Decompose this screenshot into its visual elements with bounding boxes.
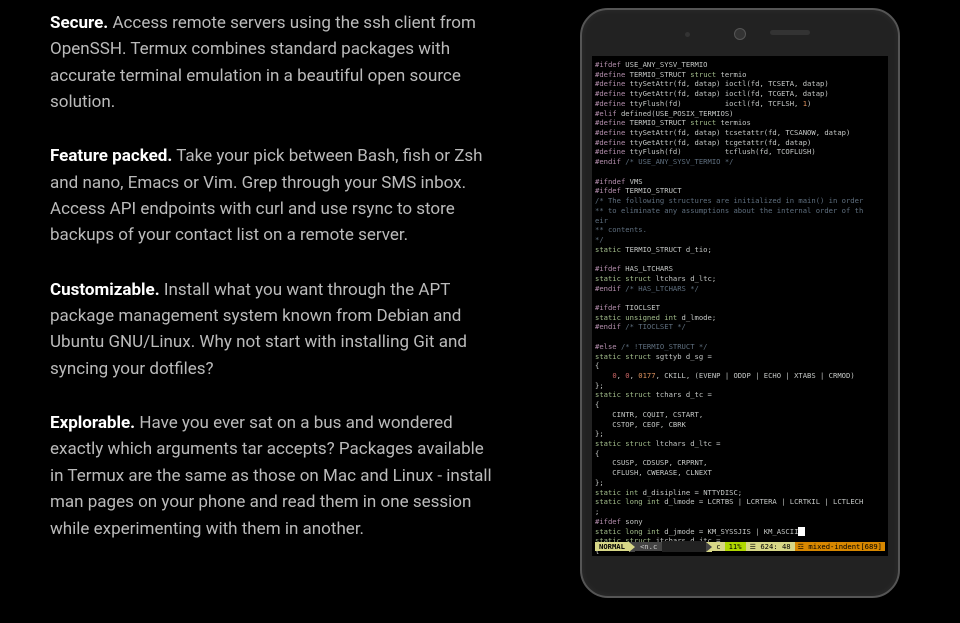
phone-sensor bbox=[685, 32, 690, 37]
vim-statusbar: NORMAL <n.c c 11% ☰ 624: 48 ☲ mixed-inde… bbox=[595, 541, 885, 552]
feature-title: Feature packed. bbox=[50, 146, 172, 166]
feature-explorable: Explorable. Have you ever sat on a bus a… bbox=[50, 410, 500, 542]
phone-preview: #ifdef USE_ANY_SYSV_TERMIO #define TERMI… bbox=[520, 0, 960, 623]
status-gap bbox=[662, 541, 706, 552]
status-warning: ☲ mixed-indent[689] bbox=[795, 542, 885, 552]
status-filetype: c bbox=[712, 542, 724, 552]
feature-list: Secure. Access remote servers using the … bbox=[0, 0, 520, 623]
status-filename: <n.c bbox=[635, 542, 662, 552]
feature-title: Customizable. bbox=[50, 280, 160, 300]
status-position: ☰ 624: 48 bbox=[746, 542, 795, 552]
terminal-code: #ifdef USE_ANY_SYSV_TERMIO #define TERMI… bbox=[595, 60, 885, 556]
feature-customizable: Customizable. Install what you want thro… bbox=[50, 277, 500, 382]
feature-title: Secure. bbox=[50, 13, 108, 33]
feature-title: Explorable. bbox=[50, 413, 135, 433]
feature-secure: Secure. Access remote servers using the … bbox=[50, 10, 500, 115]
phone-speaker bbox=[770, 30, 810, 35]
status-mode: NORMAL bbox=[595, 542, 629, 552]
status-percent: 11% bbox=[725, 542, 746, 552]
terminal-screen: #ifdef USE_ANY_SYSV_TERMIO #define TERMI… bbox=[592, 56, 888, 556]
phone-frame: #ifdef USE_ANY_SYSV_TERMIO #define TERMI… bbox=[580, 8, 900, 598]
feature-packed: Feature packed. Take your pick between B… bbox=[50, 143, 500, 248]
feature-body: Access remote servers using the ssh clie… bbox=[50, 13, 476, 112]
